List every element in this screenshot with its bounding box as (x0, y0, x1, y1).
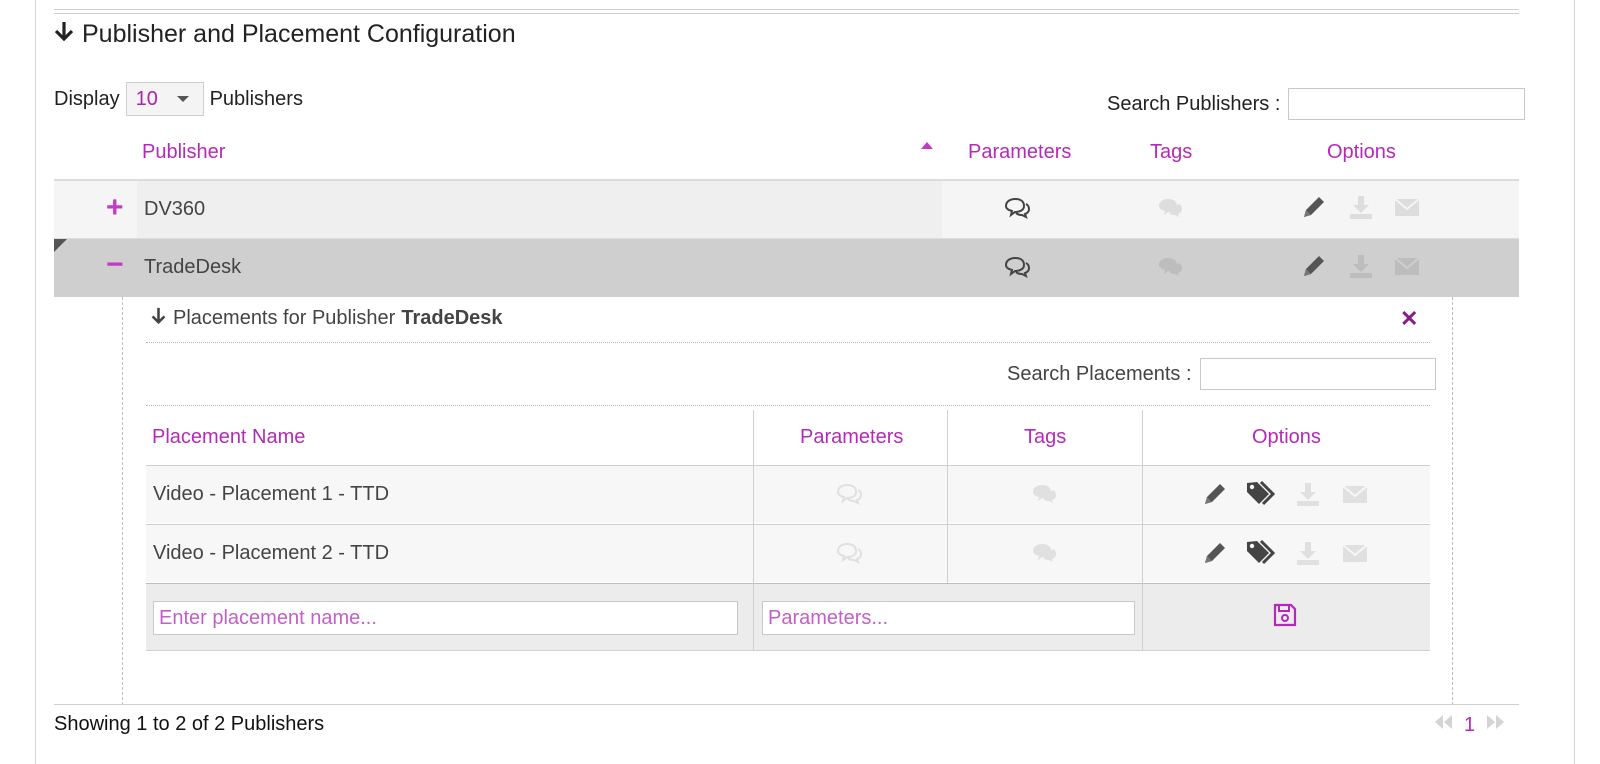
pencil-icon[interactable] (1300, 252, 1328, 280)
tags-comment-icon (1030, 480, 1058, 508)
display-suffix: Publishers (209, 87, 303, 110)
column-header-options: Options (1327, 141, 1396, 163)
column-header-placement-name[interactable]: Placement Name (152, 426, 305, 449)
placements-title-prefix: Placements for Publisher (173, 307, 396, 329)
top-divider (54, 9, 1519, 14)
comments-icon (835, 539, 863, 567)
placement-name: Video - Placement 1 - TTD (153, 483, 390, 505)
pencil-icon[interactable] (1201, 539, 1229, 567)
placement-search: Search Placements : (1007, 358, 1436, 390)
envelope-icon (1341, 539, 1369, 567)
column-header-parameters[interactable]: Parameters (968, 141, 1071, 164)
page-number[interactable]: 1 (1464, 714, 1475, 737)
column-divider (947, 410, 948, 583)
comments-icon[interactable] (1003, 194, 1031, 222)
publisher-search: Search Publishers : (1107, 88, 1526, 120)
search-publishers-label: Search Publishers : (1107, 92, 1281, 115)
first-page-icon[interactable] (1432, 713, 1454, 737)
publisher-sorted-cell (137, 181, 942, 238)
page-length-select[interactable]: 10 (125, 82, 204, 116)
tags-comment-icon (1156, 194, 1184, 222)
placements-header[interactable]: Placements for Publisher TradeDesk (150, 306, 503, 331)
tag-icon[interactable] (1245, 538, 1277, 568)
display-prefix: Display (54, 87, 120, 110)
section-title: Publisher and Placement Configuration (82, 20, 516, 48)
column-header-tags[interactable]: Tags (1150, 141, 1192, 164)
tags-comment-icon (1030, 539, 1058, 567)
envelope-icon (1393, 252, 1421, 280)
download-icon (1294, 539, 1322, 567)
placement-row[interactable]: Video - Placement 2 - TTD (146, 524, 1430, 582)
search-placements-label: Search Placements : (1007, 362, 1192, 385)
publisher-name: DV360 (144, 198, 206, 220)
publisher-row[interactable]: + DV360 (54, 181, 1519, 239)
save-icon[interactable] (1272, 602, 1298, 628)
table-info: Showing 1 to 2 of 2 Publishers (54, 713, 325, 735)
search-publishers-input[interactable] (1288, 88, 1526, 120)
placement-name-input[interactable] (153, 601, 738, 635)
publisher-name: TradeDesk (144, 256, 242, 278)
pencil-icon[interactable] (1201, 480, 1229, 508)
arrow-down-icon (150, 306, 167, 331)
selected-corner-marker (54, 239, 67, 252)
tag-icon[interactable] (1245, 479, 1277, 509)
page-length-value: 10 (135, 87, 158, 110)
column-header-parameters[interactable]: Parameters (800, 426, 903, 449)
column-header-tags[interactable]: Tags (1024, 426, 1066, 449)
placements-divider (146, 342, 1430, 343)
tags-comment-icon (1156, 253, 1184, 281)
column-header-publisher[interactable]: Publisher (142, 141, 225, 164)
comments-icon[interactable] (1003, 253, 1031, 281)
arrow-down-icon (54, 20, 74, 49)
plus-icon[interactable]: + (106, 191, 124, 225)
placement-name: Video - Placement 2 - TTD (153, 542, 390, 564)
footer-divider (54, 704, 1519, 705)
last-page-icon[interactable] (1485, 713, 1507, 737)
search-placements-input[interactable] (1199, 358, 1436, 390)
placement-row[interactable]: Video - Placement 1 - TTD (146, 465, 1430, 523)
sort-up-icon[interactable] (921, 142, 933, 149)
section-header[interactable]: Publisher and Placement Configuration (54, 20, 516, 49)
column-divider (753, 410, 754, 651)
publisher-row-expanded[interactable]: − TradeDesk (54, 239, 1519, 297)
search-divider (146, 405, 1430, 406)
download-icon (1347, 252, 1375, 280)
column-divider (1142, 410, 1143, 651)
new-placement-row (146, 583, 1430, 651)
download-icon (1347, 193, 1375, 221)
parameters-input[interactable] (762, 601, 1135, 635)
page-length-control: Display 10 Publishers (54, 82, 303, 116)
placements-publisher-name: TradeDesk (401, 307, 503, 329)
envelope-icon (1341, 480, 1369, 508)
comments-icon (835, 480, 863, 508)
close-icon[interactable]: ✕ (1400, 306, 1418, 332)
envelope-icon (1393, 193, 1421, 221)
pagination: 1 (1432, 713, 1507, 737)
download-icon (1294, 480, 1322, 508)
caret-down-icon (176, 96, 189, 102)
minus-icon[interactable]: − (106, 248, 124, 282)
pencil-icon[interactable] (1300, 193, 1328, 221)
column-header-options: Options (1252, 426, 1321, 448)
